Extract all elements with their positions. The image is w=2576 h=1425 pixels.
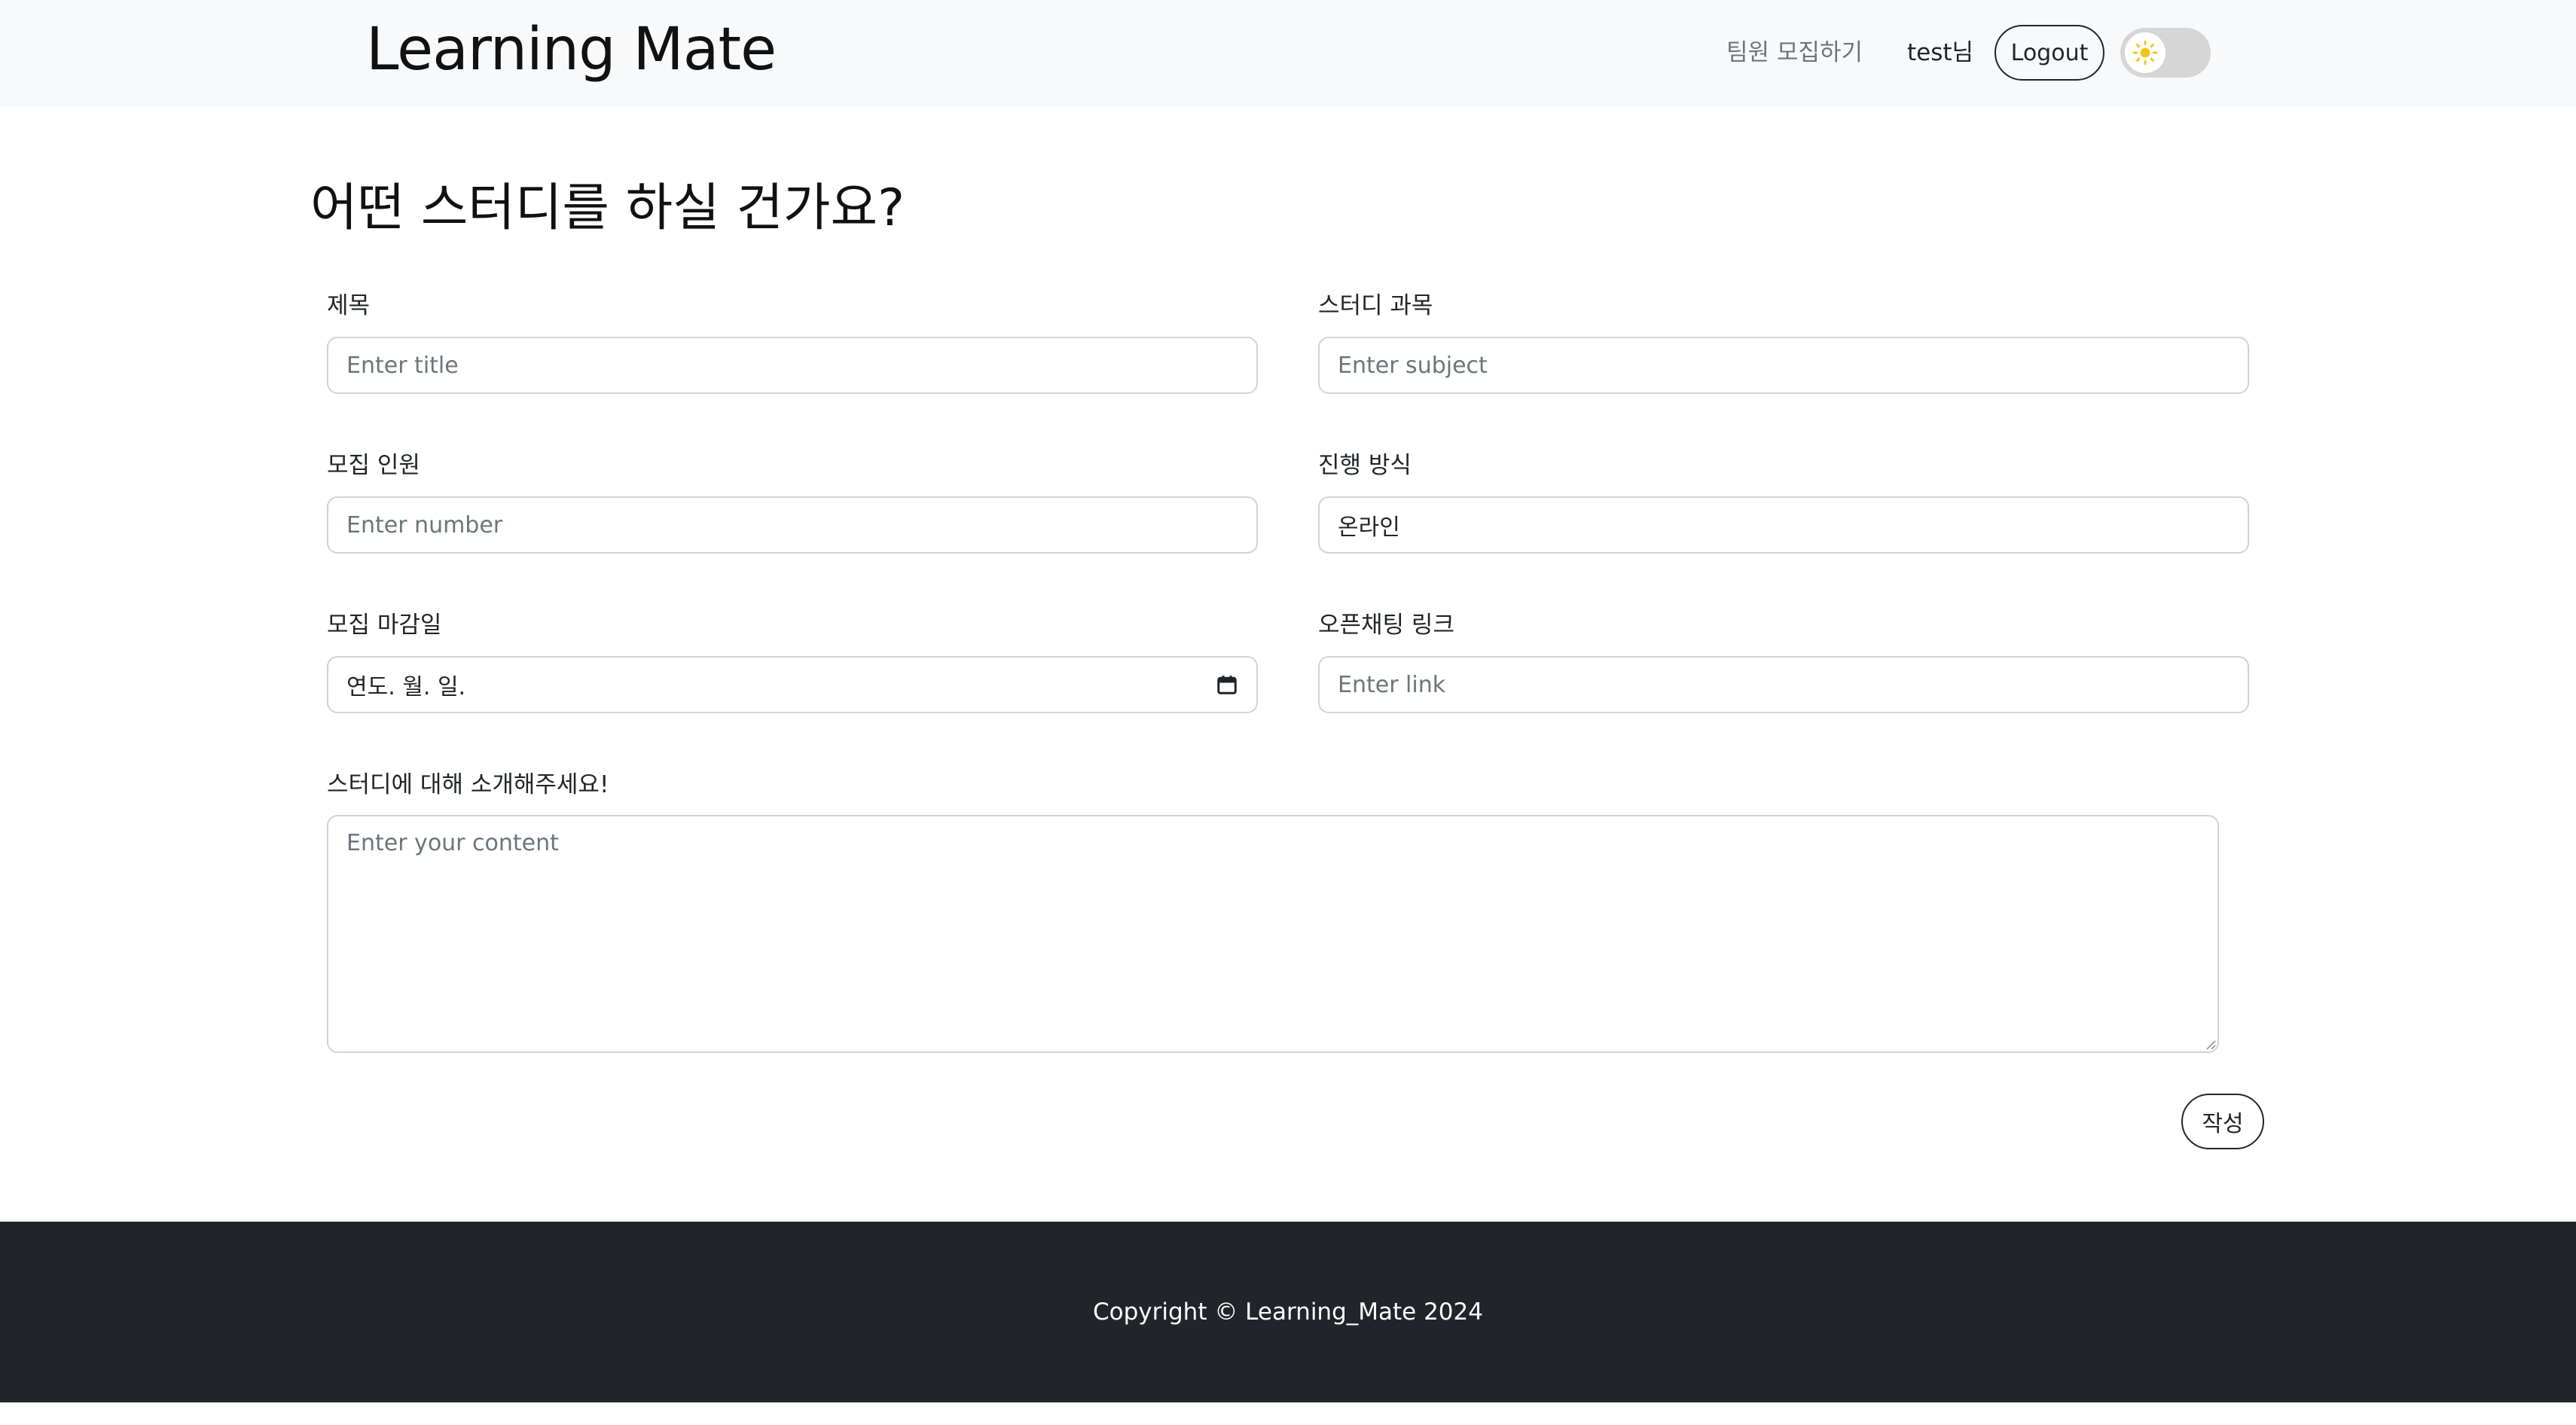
navbar: Learning Mate 팀원 모집하기 test님 Logout: [0, 0, 2576, 107]
theme-toggle[interactable]: [2120, 28, 2211, 78]
subject-label: 스터디 과목: [1318, 292, 1433, 319]
content-label: 스터디에 대해 소개해주세요!: [327, 771, 609, 798]
logout-button[interactable]: Logout: [1995, 25, 2104, 81]
page-title: 어떤 스터디를 하실 건가요?: [310, 179, 905, 238]
mode-label: 진행 방식: [1318, 452, 1412, 479]
calendar-icon[interactable]: [1216, 673, 1238, 696]
link-input[interactable]: [1318, 656, 2249, 713]
title-label: 제목: [327, 292, 371, 319]
members-label: 모집 인원: [327, 452, 420, 479]
resize-grip-icon[interactable]: [2204, 1038, 2216, 1050]
brand-logo[interactable]: Learning Mate: [366, 12, 777, 87]
toggle-knob: [2125, 32, 2165, 73]
bottom-strip: [0, 1402, 2576, 1425]
sun-icon: [2132, 40, 2158, 66]
user-greeting: test님: [1907, 39, 1974, 66]
members-input[interactable]: [327, 496, 1258, 554]
nav-recruit-link[interactable]: 팀원 모집하기: [1726, 33, 1863, 72]
link-label: 오픈채팅 링크: [1318, 612, 1454, 639]
deadline-date-text: 연도. 월. 일.: [346, 674, 466, 700]
subject-input[interactable]: [1318, 337, 2249, 394]
deadline-date-input[interactable]: 연도. 월. 일.: [327, 656, 1258, 713]
content-textarea[interactable]: [327, 815, 2219, 1053]
deadline-label: 모집 마감일: [327, 612, 442, 639]
footer: Copyright © Learning_Mate 2024: [0, 1222, 2576, 1402]
title-input[interactable]: [327, 337, 1258, 394]
mode-select[interactable]: [1318, 496, 2249, 554]
submit-button[interactable]: 작성: [2181, 1094, 2264, 1149]
copyright-text: Copyright © Learning_Mate 2024: [1093, 1298, 1483, 1326]
